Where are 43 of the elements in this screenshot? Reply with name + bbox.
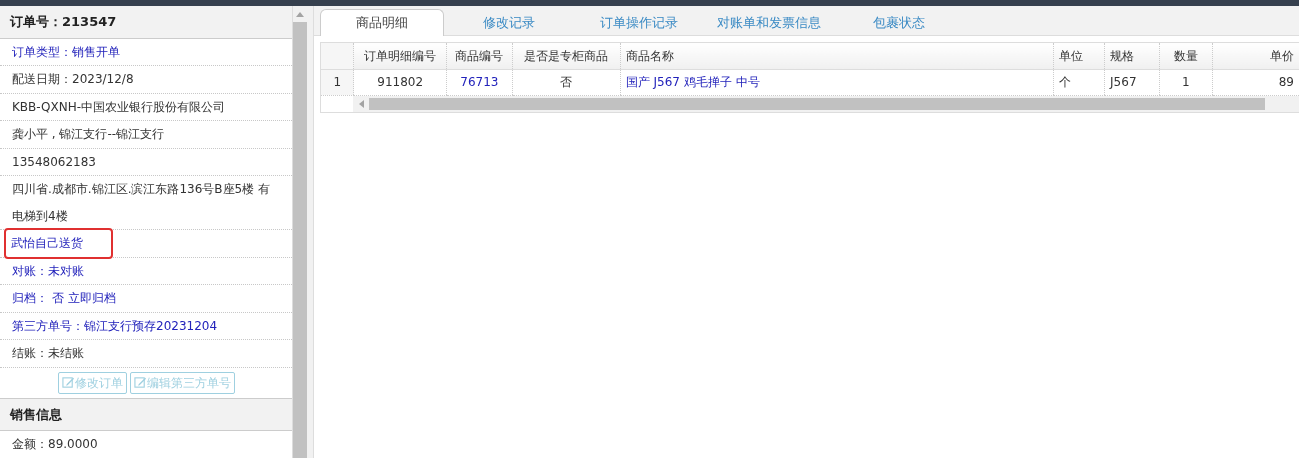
tab[interactable]: 包裹状态 <box>834 9 964 35</box>
column-header: 订单明细编号 <box>353 43 447 69</box>
info-text: 金额：89.0000 <box>0 431 293 458</box>
scroll-up-icon[interactable] <box>296 11 305 17</box>
vertical-scrollbar[interactable] <box>293 6 308 458</box>
tab[interactable]: 修改记录 <box>444 9 574 35</box>
column-header: 商品编号 <box>446 43 513 69</box>
info-link[interactable]: 第三方单号：锦江支行预存20231204 <box>0 312 293 340</box>
info-link[interactable]: 对账：未对账 <box>0 257 293 285</box>
panel-title: 订单号：213547 <box>0 6 293 39</box>
column-header: 单价 <box>1212 43 1299 69</box>
table-cell: 1 <box>1159 69 1213 95</box>
info-link[interactable]: 归档： 否 立即归档 <box>0 285 293 313</box>
tab[interactable]: 商品明细 <box>320 9 444 36</box>
tab[interactable]: 对账单和发票信息 <box>704 9 834 35</box>
splitter-bar[interactable] <box>307 6 314 458</box>
info-text: 13548062183 <box>0 148 293 176</box>
highlighted-info-text: 武怡自己送货 <box>6 230 111 257</box>
info-text: KBB-QXNH-中国农业银行股份有限公司 <box>0 93 293 121</box>
edit-icon <box>133 375 147 389</box>
tab[interactable]: 订单操作记录 <box>574 9 704 35</box>
table-link[interactable]: 76713 <box>446 69 513 95</box>
info-text: 结账：未结账 <box>0 340 293 368</box>
panel-title: 销售信息 <box>0 398 293 431</box>
column-header: 规格 <box>1104 43 1160 69</box>
info-text: 配送日期：2023/12/8 <box>0 66 293 94</box>
column-header: 商品名称 <box>620 43 1054 69</box>
column-header: 数量 <box>1159 43 1213 69</box>
row-number: 1 <box>321 69 354 95</box>
info-text: 四川省.成都市.锦江区.滨江东路136号B座5楼 有电梯到4楼 <box>0 176 293 230</box>
info-text: 龚小平 , 锦江支行--锦江支行 <box>0 121 293 149</box>
column-header: 单位 <box>1053 43 1105 69</box>
edit-icon <box>61 375 75 389</box>
table-link[interactable]: 国产 J567 鸡毛掸子 中号 <box>620 69 1054 95</box>
scroll-left-icon[interactable] <box>358 99 364 108</box>
table-cell: 911802 <box>353 69 447 95</box>
table-cell: J567 <box>1104 69 1160 95</box>
column-header: 是否是专柜商品 <box>512 43 621 69</box>
table-cell: 个 <box>1053 69 1105 95</box>
info-link[interactable]: 订单类型：销售开单 <box>0 38 293 66</box>
table-cell: 89 <box>1212 69 1299 95</box>
table-cell: 否 <box>512 69 621 95</box>
horizontal-scrollbar[interactable] <box>353 95 1299 112</box>
